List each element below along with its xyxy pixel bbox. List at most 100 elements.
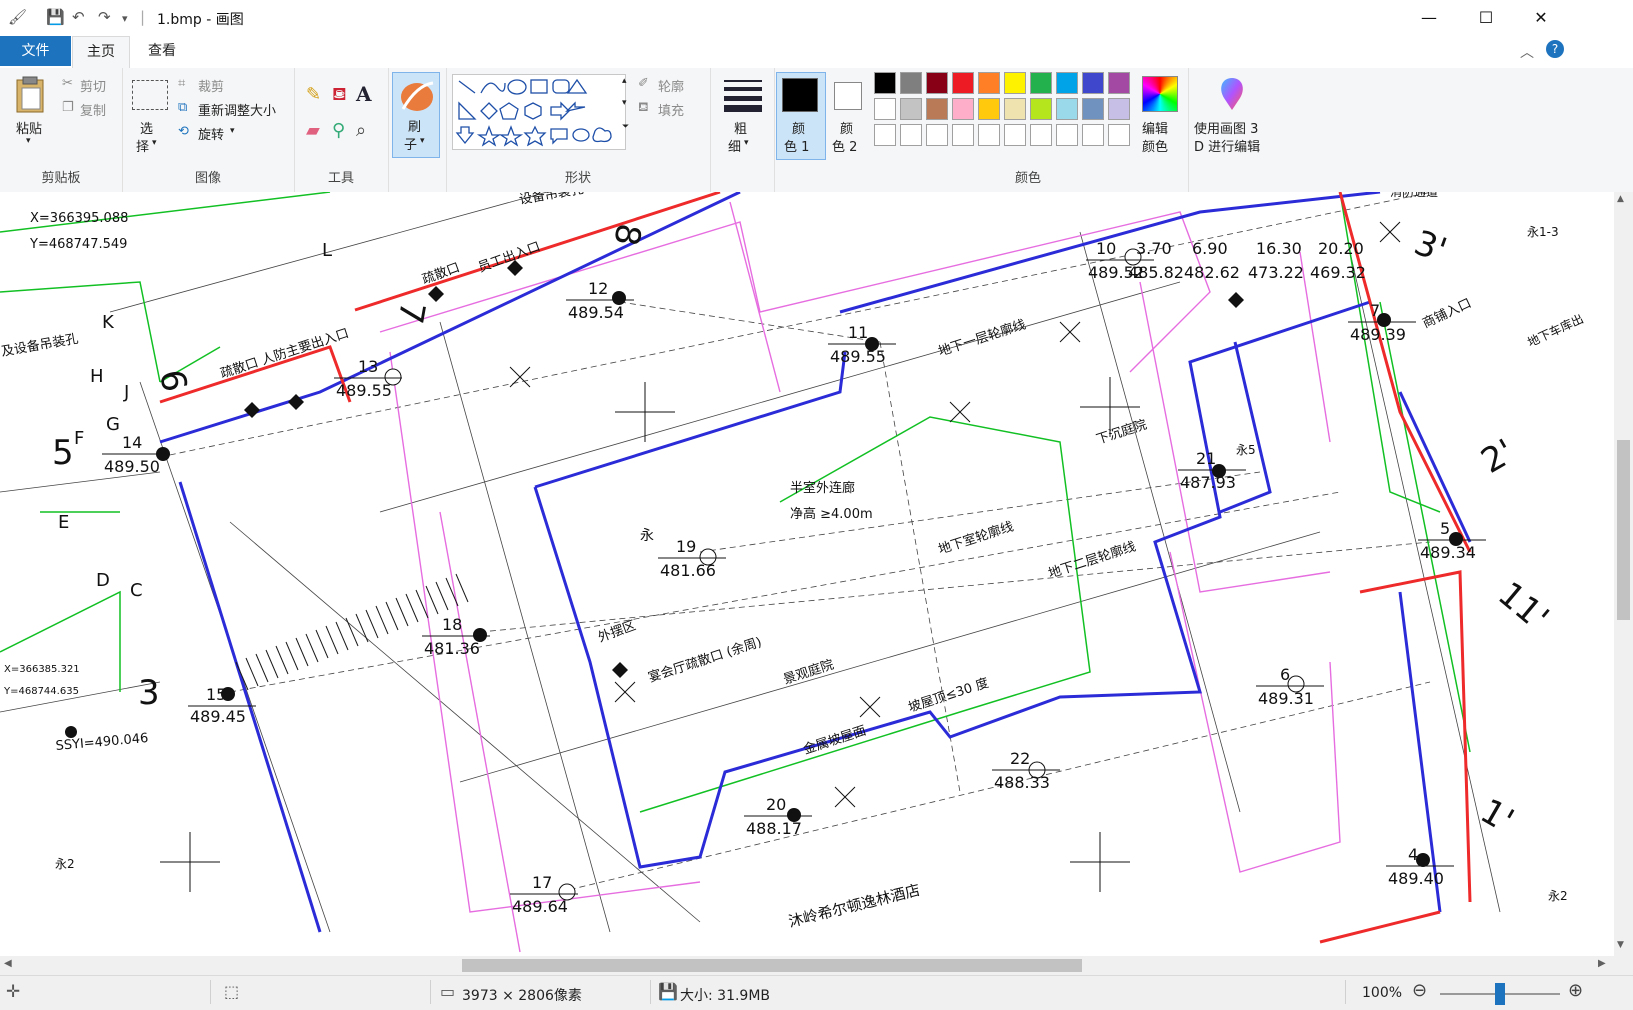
- paint3d-button[interactable]: 使用画图 3: [1194, 118, 1258, 137]
- palette-swatch[interactable]: [1030, 72, 1052, 94]
- zoom-slider-thumb[interactable]: [1495, 983, 1505, 1005]
- paste-button[interactable]: 粘贴: [16, 118, 42, 137]
- palette-swatch[interactable]: [952, 124, 974, 146]
- palette-swatch[interactable]: [952, 98, 974, 120]
- palette-swatch[interactable]: [1082, 98, 1104, 120]
- survey-point-elevation: 489.40: [1388, 869, 1444, 888]
- dimension-value: 3.70: [1136, 239, 1172, 258]
- customize-quick-access-icon[interactable]: ▾: [122, 12, 128, 25]
- undo-icon[interactable]: ↶: [72, 8, 85, 26]
- rotate-dropdown-icon[interactable]: ▾: [230, 126, 235, 136]
- edit-colors-button[interactable]: 编辑: [1142, 118, 1168, 137]
- cut-button[interactable]: 剪切: [80, 76, 106, 95]
- palette-swatch[interactable]: [978, 124, 1000, 146]
- palette-swatch[interactable]: [1030, 98, 1052, 120]
- redo-icon[interactable]: ↷: [98, 8, 111, 26]
- palette-swatch[interactable]: [900, 72, 922, 94]
- save-icon[interactable]: 💾: [46, 8, 65, 26]
- palette-swatch[interactable]: [900, 124, 922, 146]
- zoom-in-button[interactable]: ⊕: [1568, 980, 1583, 1001]
- horizontal-scrollbar[interactable]: ◀ ▶: [0, 956, 1614, 975]
- palette-swatch[interactable]: [874, 98, 896, 120]
- scroll-right-icon[interactable]: ▶: [1598, 958, 1606, 969]
- select-button[interactable]: 选: [140, 118, 153, 137]
- paint3d-icon[interactable]: [1214, 76, 1250, 112]
- axis-letter: H: [90, 366, 104, 387]
- shapes-expand-icon[interactable]: ⏷: [622, 122, 629, 132]
- line-size-icon[interactable]: [724, 78, 762, 112]
- scroll-left-icon[interactable]: ◀: [4, 958, 12, 969]
- palette-swatch[interactable]: [1108, 72, 1130, 94]
- select-dropdown-icon[interactable]: ▾: [152, 138, 157, 148]
- maximize-button[interactable]: ☐: [1457, 0, 1515, 36]
- size-button[interactable]: 粗: [734, 118, 747, 137]
- close-button[interactable]: ✕: [1512, 0, 1570, 36]
- palette-swatch[interactable]: [874, 72, 896, 94]
- palette-swatch[interactable]: [1004, 124, 1026, 146]
- palette-swatch[interactable]: [900, 98, 922, 120]
- vertical-scrollbar[interactable]: ▲ ▼: [1614, 192, 1633, 956]
- palette-swatch[interactable]: [952, 72, 974, 94]
- shapes-scroll-down-icon[interactable]: ▾: [622, 98, 627, 108]
- rotate-button[interactable]: 旋转: [198, 124, 224, 143]
- collapse-ribbon-icon[interactable]: ︿: [1520, 42, 1534, 62]
- color-picker-icon[interactable]: ⚲: [332, 120, 345, 141]
- select-icon[interactable]: [132, 80, 168, 110]
- fill-bucket-icon[interactable]: ⛾: [332, 84, 347, 108]
- size-group: 粗 细 ▾: [710, 68, 775, 192]
- palette-swatch[interactable]: [1056, 124, 1078, 146]
- copy-button[interactable]: 复制: [80, 100, 106, 119]
- palette-swatch[interactable]: [978, 98, 1000, 120]
- tab-view[interactable]: 查看: [136, 36, 188, 67]
- color2-swatch[interactable]: [834, 82, 862, 110]
- palette-swatch[interactable]: [1108, 98, 1130, 120]
- edit-colors-button-line2[interactable]: 颜色: [1142, 136, 1168, 155]
- palette-swatch[interactable]: [926, 124, 948, 146]
- palette-swatch[interactable]: [1030, 124, 1052, 146]
- vertical-scroll-thumb[interactable]: [1617, 440, 1630, 620]
- tab-home[interactable]: 主页: [72, 36, 130, 68]
- paste-dropdown-icon[interactable]: ▾: [26, 136, 31, 146]
- zoom-out-button[interactable]: ⊖: [1412, 980, 1427, 1001]
- resize-button[interactable]: 重新调整大小: [198, 100, 276, 119]
- paste-icon[interactable]: [14, 76, 46, 114]
- paint3d-button-line2[interactable]: D 进行编辑: [1194, 136, 1260, 155]
- drawing-canvas[interactable]: X=366395.088 Y=468747.549 X=366385.321 Y=46…: [0, 192, 1614, 956]
- outline-button[interactable]: 轮廓: [658, 76, 684, 95]
- palette-swatch[interactable]: [1082, 124, 1104, 146]
- palette-swatch[interactable]: [874, 124, 896, 146]
- palette-swatch[interactable]: [978, 72, 1000, 94]
- edit-colors-icon[interactable]: [1142, 76, 1178, 112]
- size-button-line2[interactable]: 细: [728, 136, 741, 155]
- palette-swatch[interactable]: [1004, 72, 1026, 94]
- help-icon[interactable]: ?: [1546, 40, 1564, 58]
- survey-point-number: 21: [1196, 449, 1216, 468]
- horizontal-scroll-thumb[interactable]: [462, 959, 1082, 972]
- palette-swatch[interactable]: [1056, 72, 1078, 94]
- palette-swatch[interactable]: [1004, 98, 1026, 120]
- minimize-button[interactable]: —: [1400, 0, 1458, 36]
- select-button-line2[interactable]: 择: [136, 136, 149, 155]
- survey-point-elevation: 481.66: [660, 561, 716, 580]
- shapes-group-label: 形状: [564, 171, 591, 186]
- colors-group-label: 颜色: [1014, 171, 1041, 186]
- pencil-icon[interactable]: ✎: [306, 84, 321, 105]
- palette-swatch[interactable]: [1056, 98, 1078, 120]
- shapes-scroll-up-icon[interactable]: ▴: [622, 76, 627, 86]
- palette-swatch[interactable]: [1082, 72, 1104, 94]
- scroll-up-icon[interactable]: ▲: [1617, 194, 1624, 204]
- fill-button[interactable]: 填充: [658, 100, 684, 119]
- magnifier-icon[interactable]: ⌕: [356, 120, 366, 141]
- palette-swatch[interactable]: [926, 72, 948, 94]
- crop-button[interactable]: 裁剪: [198, 76, 224, 95]
- size-dropdown-icon[interactable]: ▾: [744, 138, 749, 148]
- brushes-dropdown-icon[interactable]: ▾: [420, 136, 425, 146]
- eraser-icon[interactable]: ▰: [306, 120, 320, 141]
- survey-point-number: 4: [1408, 845, 1418, 864]
- text-tool-icon[interactable]: A: [356, 82, 372, 106]
- palette-swatch[interactable]: [1108, 124, 1130, 146]
- file-menu-tab[interactable]: 文件: [0, 36, 71, 66]
- scroll-down-icon[interactable]: ▼: [1617, 940, 1624, 950]
- shapes-gallery[interactable]: [452, 74, 626, 150]
- palette-swatch[interactable]: [926, 98, 948, 120]
